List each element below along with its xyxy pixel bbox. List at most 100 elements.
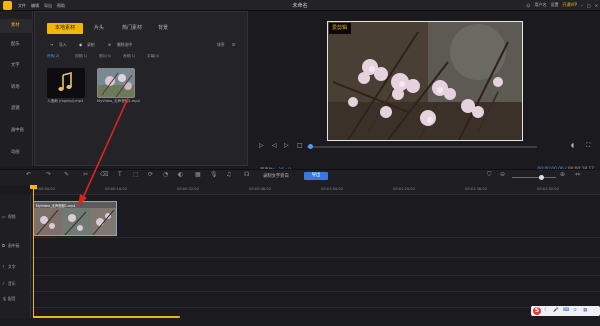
track-music-label[interactable]: ♪ 音乐 xyxy=(2,281,16,287)
video-preview[interactable]: 爱剪辑 xyxy=(327,21,523,141)
clip-label: MyVideo_无声视频1.mp4 xyxy=(36,204,76,208)
tab-transition[interactable]: 转场 xyxy=(0,81,33,95)
keyboard-icon[interactable]: ⌨ xyxy=(563,308,570,313)
tab-intro[interactable]: 片头 xyxy=(89,23,109,34)
zoom-slider-knob[interactable] xyxy=(539,175,544,180)
track-divider xyxy=(31,291,600,292)
tab-local-assets[interactable]: 本地素材 xyxy=(47,23,83,34)
record-icon[interactable]: ◉ xyxy=(79,42,82,47)
mic-icon[interactable]: 🎙 xyxy=(210,171,218,178)
redo-icon[interactable]: ↷ xyxy=(46,171,51,178)
prev-frame-icon[interactable]: ◁ xyxy=(272,142,277,149)
track-voice-label[interactable]: 🎙配音 xyxy=(2,296,16,302)
color-icon[interactable]: ◐ xyxy=(178,171,183,178)
watermark-badge: 爱剪辑 xyxy=(329,23,352,34)
ruler-tick: 00:01:04.00 xyxy=(321,187,343,191)
mosaic-icon[interactable]: ▦ xyxy=(195,171,201,178)
playhead-line[interactable] xyxy=(33,186,34,318)
tab-assets[interactable]: 素材 xyxy=(0,19,33,33)
title-bar: 文件 编辑 导出 帮助 未命名 ☺ 用户名 设置 开通VIP – □ × xyxy=(0,0,600,11)
record-button[interactable]: 录制 xyxy=(87,42,95,48)
ruler-tick: 00:01:52.00 xyxy=(537,187,559,191)
ruler-tick: 00:00:48.00 xyxy=(249,187,271,191)
play-icon[interactable]: ▷ xyxy=(259,142,264,149)
playback-progress-bar[interactable] xyxy=(307,144,537,149)
title-right-area: ☺ 用户名 设置 开通VIP – □ × xyxy=(526,2,598,8)
fullscreen-icon[interactable]: ⛶ xyxy=(586,142,590,150)
vip-label[interactable]: 开通VIP xyxy=(563,2,577,8)
voiceover-icon[interactable]: ☊ xyxy=(244,171,249,178)
track-divider xyxy=(31,257,600,258)
track-divider xyxy=(31,275,600,276)
red-annotation-arrow xyxy=(78,97,129,206)
timeline-zoom-slider[interactable] xyxy=(512,175,556,180)
tab-pip[interactable]: 画中画 xyxy=(0,124,33,138)
ruler-tick: 00:01:36.00 xyxy=(465,187,487,191)
tab-text[interactable]: 文字 xyxy=(0,59,33,73)
ruler-tick: 00:01:20.00 xyxy=(393,187,415,191)
track-labels: ▭ 视频 ⧉ 画中画 T 文字 ♪ 音乐 🎙配音 xyxy=(0,195,31,318)
tab-filter[interactable]: 滤镜 xyxy=(0,102,33,116)
video-thumbnail xyxy=(98,69,134,97)
close-icon[interactable]: × xyxy=(595,3,598,8)
left-category-tabs: 素材 配乐 文字 转场 滤镜 画中画 动画 xyxy=(0,11,33,166)
record-narration-button[interactable]: 录制文字旁白 xyxy=(263,173,289,179)
tab-music[interactable]: 配乐 xyxy=(0,38,33,52)
list-view-icon[interactable]: ☰ xyxy=(232,42,235,47)
volume-icon[interactable]: ◖ xyxy=(571,142,574,149)
fit-icon[interactable]: ⇔ xyxy=(575,171,580,178)
next-frame-icon[interactable]: ▷ xyxy=(284,142,289,149)
ruler-tick: 00:00:32.00 xyxy=(177,187,199,191)
filter-all[interactable]: 所有(2) xyxy=(47,54,59,59)
track-video-label[interactable]: ▭ 视频 xyxy=(2,214,16,220)
user-label[interactable]: 用户名 xyxy=(535,2,547,8)
rotate-icon[interactable]: ⟳ xyxy=(148,171,153,178)
filter-subtitle[interactable]: 字幕(0) xyxy=(147,54,159,59)
settings-label[interactable]: 设置 xyxy=(551,2,559,8)
tray-mic-icon[interactable]: 🎤 xyxy=(553,308,559,313)
delete-icon[interactable]: ⊗ xyxy=(108,42,111,47)
track-text-label[interactable]: T 文字 xyxy=(2,264,16,270)
filter-image[interactable]: 图片(0) xyxy=(99,54,111,59)
track-divider xyxy=(31,237,600,238)
grid-icon[interactable]: ▦ xyxy=(583,308,587,313)
window-title: 未命名 xyxy=(292,3,308,9)
minimize-icon[interactable]: – xyxy=(581,3,583,8)
track-divider xyxy=(31,307,600,308)
shirt-icon[interactable]: ♔ xyxy=(573,308,577,313)
export-button[interactable]: 导出 xyxy=(304,172,328,180)
app-window: { "titlebar": { "menu": ["文件", "编辑", "导出… xyxy=(0,0,600,326)
preview-panel: 爱剪辑 ▷ ◁ ▷ □ ◖ ⛶ 宽高比： 16 : 9 00:00:00.00 … xyxy=(252,11,600,173)
moon-icon[interactable]: ☾ xyxy=(544,308,548,313)
timeline-horizontal-scrollbar[interactable] xyxy=(33,316,180,318)
sogou-ime-icon[interactable]: S xyxy=(533,307,541,315)
progress-knob[interactable] xyxy=(308,144,313,149)
media-item-video[interactable] xyxy=(97,68,135,98)
track-pip-label[interactable]: ⧉ 画中画 xyxy=(2,243,19,249)
filter-audio[interactable]: 音频(1) xyxy=(123,54,135,59)
tab-animation[interactable]: 动画 xyxy=(0,146,33,160)
edit-icon[interactable]: ✎ xyxy=(64,171,69,178)
tab-hot-assets[interactable]: 热门素材 xyxy=(115,23,149,34)
delete-selected-button[interactable]: 删除选中 xyxy=(117,42,132,48)
music-note-icon xyxy=(58,71,72,91)
stop-icon[interactable]: □ xyxy=(297,142,303,149)
speed-icon[interactable]: ◔ xyxy=(163,171,168,178)
filter-video[interactable]: 视频(1) xyxy=(75,54,87,59)
media-panel: 本地素材 片头 热门素材 背景 ⇥ 导入 ◉ 录制 ⊗ 删除选中 排序 ☰ 所有… xyxy=(34,11,248,166)
undo-icon[interactable]: ↶ xyxy=(26,171,31,178)
audio-detach-icon[interactable]: ♫ xyxy=(226,171,231,178)
video-frame-image xyxy=(328,22,522,140)
sort-label[interactable]: 排序 xyxy=(217,42,225,48)
zoom-in-icon[interactable]: ⊕ xyxy=(560,171,565,178)
system-tray-widget: S ☾ 🎤 ⌨ ♔ ▦ xyxy=(531,306,600,316)
zoom-out-icon[interactable]: ⊖ xyxy=(500,171,505,178)
crop-icon[interactable]: ⬚ xyxy=(133,171,139,178)
media-item-audio[interactable] xyxy=(47,68,85,98)
import-icon[interactable]: ⇥ xyxy=(50,42,53,47)
maximize-icon[interactable]: □ xyxy=(587,3,591,8)
user-icon[interactable]: ☺ xyxy=(526,3,530,8)
tab-background[interactable]: 背景 xyxy=(153,23,173,34)
import-button[interactable]: 导入 xyxy=(59,42,67,48)
shield-icon[interactable]: ⛉ xyxy=(487,171,492,179)
